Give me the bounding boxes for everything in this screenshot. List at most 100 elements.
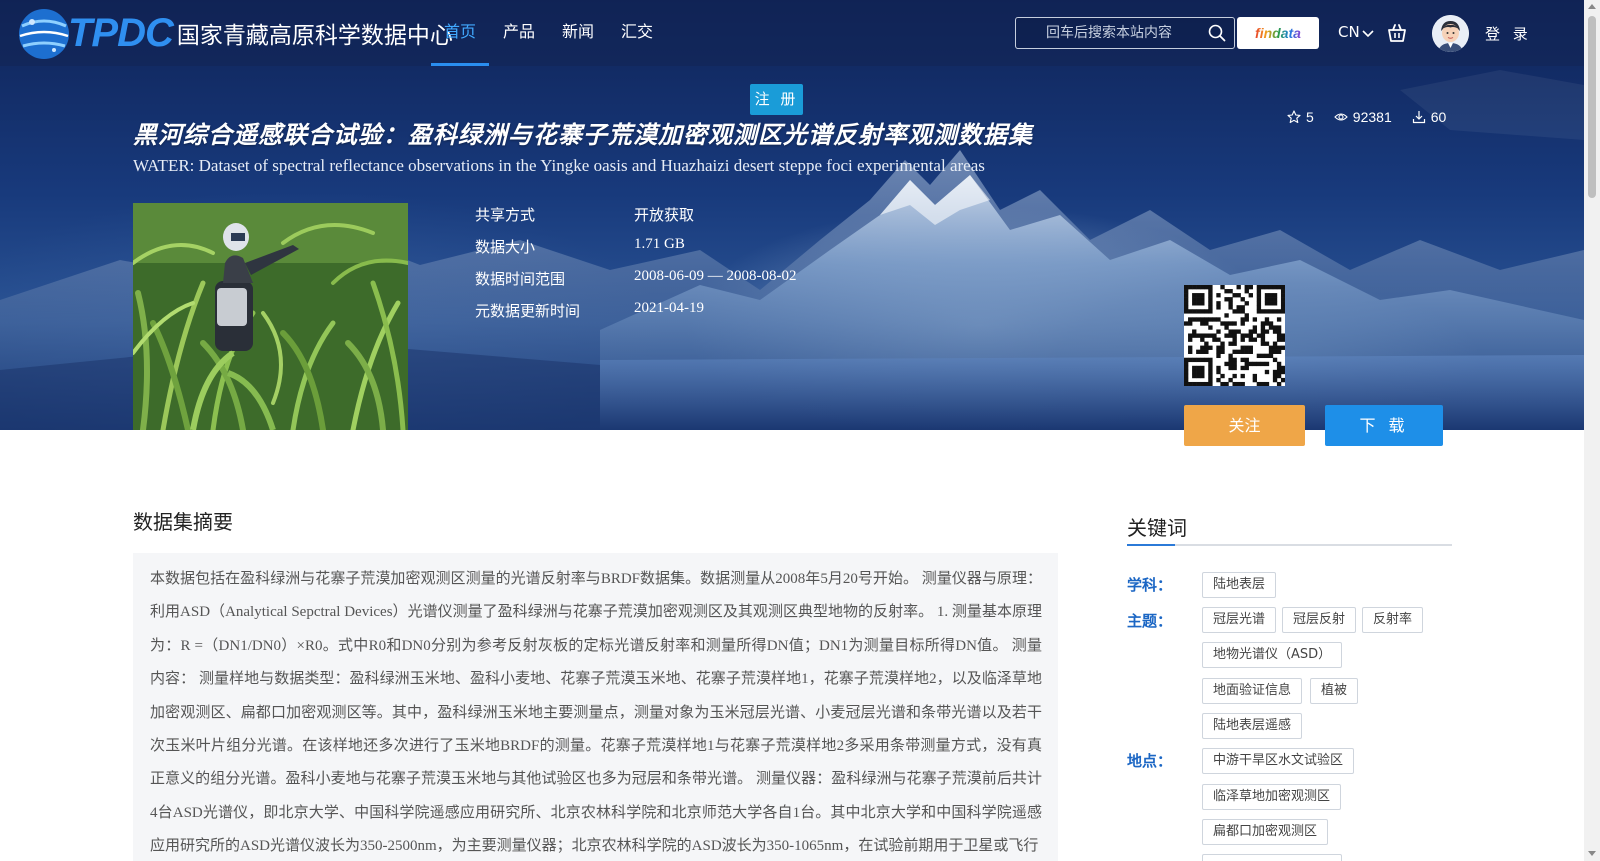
qr-module: [1208, 285, 1213, 290]
qr-module: [1228, 357, 1233, 363]
qr-module: [1268, 301, 1274, 306]
nav-submit[interactable]: 汇交: [621, 0, 653, 66]
dataset-cover-image: [133, 203, 408, 430]
qr-module: [1228, 361, 1233, 367]
qr-module: [1192, 329, 1197, 334]
qr-module: [1272, 329, 1278, 334]
keyword-tag-theme[interactable]: 陆地表层遥感: [1202, 713, 1303, 739]
qr-module: [1208, 369, 1213, 375]
qr-module: [1244, 349, 1249, 354]
page-scrollbar[interactable]: [1584, 0, 1600, 861]
keyword-tag-subject[interactable]: 陆地表层: [1202, 572, 1277, 598]
keywords-title: 关键词: [1127, 516, 1187, 540]
qr-module: [1276, 333, 1282, 338]
qr-module: [1192, 365, 1197, 371]
qr-module: [1184, 357, 1189, 363]
qr-module: [1260, 341, 1266, 346]
qr-module: [1184, 297, 1189, 302]
qr-module: [1196, 333, 1201, 338]
keyword-tag-theme[interactable]: 地物光谱仪（ASD）: [1202, 642, 1343, 668]
keyword-tag-place[interactable]: 中游干旱区水文试验区: [1202, 748, 1355, 774]
keyword-tag-theme[interactable]: 反射率: [1362, 607, 1424, 633]
qr-module: [1208, 361, 1213, 367]
qr-module: [1256, 333, 1262, 338]
qr-module: [1244, 289, 1249, 294]
qr-module: [1236, 309, 1241, 314]
follow-button[interactable]: 关注: [1184, 405, 1305, 446]
keyword-tag-theme[interactable]: 地面验证信息: [1202, 678, 1303, 704]
nav-news[interactable]: 新闻: [562, 0, 594, 66]
qr-module: [1240, 337, 1245, 342]
meta-row-size: 数据大小 1.71 GB: [475, 236, 796, 268]
qr-module: [1204, 345, 1209, 350]
keyword-tag-theme[interactable]: 植被: [1310, 678, 1359, 704]
qr-module: [1224, 361, 1229, 367]
qr-module: [1232, 381, 1237, 386]
keyword-tag-theme[interactable]: 冠层光谱: [1202, 607, 1277, 633]
qr-module: [1272, 297, 1278, 302]
qr-module: [1256, 309, 1262, 314]
qr-module: [1264, 369, 1270, 375]
keyword-tag-place[interactable]: 临泽草地加密观测区: [1202, 784, 1342, 810]
keyword-tag-place[interactable]: 扁都口加密观测区: [1202, 819, 1329, 845]
meta-label: 数据大小: [475, 238, 536, 256]
search-input[interactable]: [1016, 18, 1196, 48]
login-link[interactable]: 登 录: [1485, 23, 1532, 44]
qr-module: [1260, 381, 1266, 386]
qr-module: [1236, 293, 1241, 298]
language-switch[interactable]: CN: [1338, 23, 1374, 41]
qr-module: [1248, 293, 1253, 298]
qr-module: [1232, 357, 1237, 363]
qr-module: [1196, 373, 1201, 379]
qr-module: [1272, 325, 1278, 330]
star-icon: [1287, 110, 1301, 124]
keyword-tag-place-partial[interactable]: [1202, 854, 1342, 861]
findata-button[interactable]: findata: [1237, 17, 1319, 49]
qr-module: [1184, 369, 1189, 375]
qr-module: [1216, 377, 1221, 383]
qr-module: [1280, 337, 1285, 342]
qr-module: [1204, 317, 1209, 322]
qr-module: [1232, 309, 1237, 314]
qr-module: [1220, 321, 1225, 326]
scroll-up-icon[interactable]: [1588, 4, 1596, 9]
download-button[interactable]: 下 载: [1325, 405, 1443, 446]
meta-value: 开放获取: [634, 208, 695, 224]
qr-module: [1208, 289, 1213, 294]
stars-stat[interactable]: 5: [1287, 109, 1314, 125]
qr-module: [1264, 309, 1270, 314]
qr-module: [1184, 361, 1189, 367]
nav-home[interactable]: 首页: [430, 0, 490, 66]
qr-module: [1272, 349, 1278, 354]
qr-module: [1216, 349, 1221, 354]
qr-module: [1192, 309, 1197, 314]
qr-module: [1208, 377, 1213, 383]
qr-module: [1236, 305, 1241, 310]
meta-value: 2008-06-09 — 2008-08-02: [634, 268, 797, 284]
qr-module: [1232, 329, 1237, 334]
qr-module: [1200, 349, 1205, 354]
qr-module: [1224, 321, 1229, 326]
qr-module: [1232, 341, 1237, 346]
qr-module: [1216, 305, 1221, 310]
keyword-tag-theme[interactable]: 冠层反射: [1282, 607, 1357, 633]
qr-module: [1208, 333, 1213, 338]
keywords-divider: [1127, 544, 1452, 546]
search-icon[interactable]: [1208, 24, 1226, 42]
qr-module: [1228, 289, 1233, 294]
qr-module: [1244, 313, 1249, 318]
nav-products[interactable]: 产品: [503, 0, 535, 66]
findata-label: findata: [1255, 25, 1301, 41]
site-logo[interactable]: TPDC 国家青藏高原科学数据中心: [14, 4, 453, 62]
qr-module: [1192, 285, 1197, 290]
qr-module: [1232, 293, 1237, 298]
scroll-down-icon[interactable]: [1588, 851, 1596, 856]
meta-value: 1.71 GB: [634, 236, 685, 252]
scroll-thumb[interactable]: [1588, 16, 1596, 198]
qr-module: [1280, 345, 1285, 350]
register-button[interactable]: 注 册: [750, 84, 803, 115]
qr-module: [1228, 353, 1233, 359]
cart-icon[interactable]: [1386, 22, 1408, 44]
user-avatar[interactable]: [1432, 15, 1469, 52]
qr-module: [1212, 317, 1217, 322]
